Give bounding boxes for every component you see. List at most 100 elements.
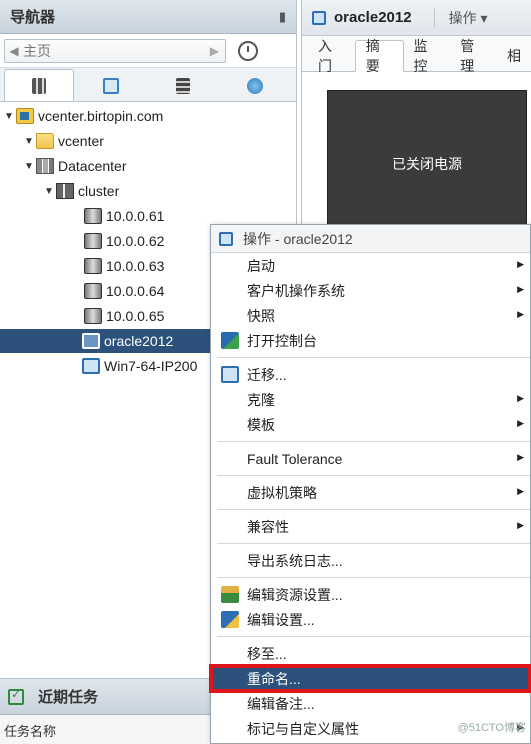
watermark: @51CTO博客 — [457, 722, 526, 734]
networking-icon — [247, 78, 263, 94]
menu-separator — [217, 357, 530, 358]
recent-tasks-title: 近期任务 — [38, 689, 99, 706]
tab-storage[interactable] — [148, 71, 218, 101]
tree-item-label: 10.0.0.64 — [106, 283, 165, 299]
menu-item-clone[interactable]: 克隆 ▶ — [211, 387, 530, 412]
menu-separator — [217, 475, 530, 476]
tab-networking[interactable] — [220, 71, 290, 101]
menu-item-rename[interactable]: 重命名... — [209, 664, 531, 693]
tree-item-host[interactable]: 10.0.0.61 — [84, 204, 164, 228]
host-icon — [84, 283, 102, 299]
tree-item-cluster[interactable]: ▼ cluster — [42, 179, 119, 203]
menu-item-guest-os[interactable]: 客户机操作系统 ▶ — [211, 278, 530, 303]
migrate-icon — [221, 366, 239, 383]
menu-item-edit-settings[interactable]: 编辑设置... — [211, 607, 530, 632]
menu-item-label: 启动 — [247, 257, 275, 274]
tree-item-label: 10.0.0.63 — [106, 258, 165, 274]
context-menu-title-label: 操作 - oracle2012 — [243, 230, 353, 247]
menu-item-edit-resource-settings[interactable]: 编辑资源设置... — [211, 582, 530, 607]
menu-item-move-to[interactable]: 移至... — [211, 641, 530, 666]
menu-item-snapshots[interactable]: 快照 ▶ — [211, 303, 530, 328]
tree-item-label: 10.0.0.65 — [106, 308, 165, 324]
menu-item-label: 克隆 — [247, 391, 275, 408]
tree-item-host[interactable]: 10.0.0.62 — [84, 229, 164, 253]
tree-item-folder[interactable]: ▼ vcenter — [22, 129, 104, 153]
history-icon[interactable] — [238, 40, 258, 61]
tab-getting-started[interactable]: 入门 — [308, 38, 355, 74]
forward-arrow-icon[interactable]: ▶ — [210, 44, 219, 58]
menu-item-label: 导出系统日志... — [247, 552, 343, 569]
expand-toggle-icon[interactable]: ▼ — [2, 111, 16, 122]
menu-item-fault-tolerance[interactable]: Fault Tolerance ▶ — [211, 446, 530, 471]
menu-item-export-logs[interactable]: 导出系统日志... — [211, 548, 530, 573]
tab-monitor[interactable]: 监控 — [404, 38, 451, 74]
menu-item-label: 重命名... — [247, 670, 301, 687]
menu-item-label: 兼容性 — [247, 518, 289, 535]
host-icon — [84, 233, 102, 249]
host-icon — [84, 208, 102, 224]
pin-icon[interactable]: ▮ — [279, 9, 286, 25]
vm-console-preview[interactable]: 已关闭电源 — [327, 90, 527, 238]
back-arrow-icon: ◀ — [9, 43, 19, 58]
vms-templates-icon — [103, 78, 119, 94]
menu-item-label: 移至... — [247, 645, 287, 662]
host-icon — [84, 308, 102, 324]
expand-toggle-icon[interactable]: ▼ — [42, 186, 56, 197]
menu-item-label: 编辑资源设置... — [247, 586, 343, 603]
tab-summary[interactable]: 摘要 — [354, 38, 404, 74]
tab-related[interactable]: 相 — [497, 41, 531, 71]
submenu-arrow-icon: ▶ — [517, 520, 524, 530]
tree-item-host[interactable]: 10.0.0.63 — [84, 254, 164, 278]
submenu-arrow-icon: ▶ — [517, 284, 524, 294]
power-status: 已关闭电源 — [392, 156, 462, 172]
tree-item-label: 10.0.0.62 — [106, 233, 165, 249]
vcenter-icon — [16, 108, 34, 124]
object-header: oracle2012 操作 ▾ — [302, 0, 531, 36]
menu-item-label: 编辑备注... — [247, 695, 315, 712]
menu-item-label: 打开控制台 — [247, 332, 317, 349]
menu-item-power[interactable]: 启动 ▶ — [211, 253, 530, 278]
menu-item-label: 客户机操作系统 — [247, 282, 345, 299]
tree-item-label: vcenter.birtopin.com — [38, 108, 164, 124]
tasks-icon — [8, 687, 24, 705]
vm-icon — [312, 10, 326, 25]
context-menu-title: 操作 - oracle2012 — [211, 225, 530, 253]
column-task-name[interactable]: 任务名称 — [4, 721, 56, 740]
menu-item-compatibility[interactable]: 兼容性 ▶ — [211, 514, 530, 539]
menu-item-migrate[interactable]: 迁移... — [211, 362, 530, 387]
tab-hosts-clusters[interactable] — [4, 69, 74, 101]
tree-item-vm[interactable]: Win7-64-IP200 — [82, 354, 197, 378]
tree-item-datacenter[interactable]: ▼ Datacenter — [22, 154, 126, 178]
expand-toggle-icon[interactable]: ▼ — [22, 136, 36, 147]
edit-settings-icon — [221, 611, 239, 628]
menu-item-label: 模板 — [247, 416, 275, 433]
menu-item-edit-notes[interactable]: 编辑备注... — [211, 691, 530, 716]
tree-item-label: Datacenter — [58, 158, 127, 174]
folder-icon — [36, 133, 54, 149]
expand-toggle-icon[interactable]: ▼ — [22, 161, 36, 172]
vm-icon — [82, 358, 100, 374]
storage-icon — [176, 78, 190, 94]
tree-item-label: oracle2012 — [104, 333, 174, 349]
menu-item-label: Fault Tolerance — [247, 450, 343, 467]
tree-item-host[interactable]: 10.0.0.65 — [84, 304, 164, 328]
submenu-arrow-icon: ▶ — [517, 393, 524, 403]
navigator-header: 导航器 ▮ — [0, 0, 296, 34]
menu-separator — [217, 509, 530, 510]
menu-item-label: 迁移... — [247, 366, 287, 383]
tree-item-label: 10.0.0.61 — [106, 208, 165, 224]
tab-manage[interactable]: 管理 — [450, 38, 497, 74]
menu-item-template[interactable]: 模板 ▶ — [211, 412, 530, 437]
actions-menu-button[interactable]: 操作 ▾ — [433, 7, 488, 28]
menu-item-open-console[interactable]: 打开控制台 — [211, 328, 530, 353]
navigator-title: 导航器 — [10, 9, 56, 26]
tree-item-label: cluster — [78, 183, 120, 199]
tree-item-vcenter-server[interactable]: ▼ vcenter.birtopin.com — [2, 104, 163, 128]
back-button[interactable]: ◀ 主页 ▶ — [4, 38, 226, 63]
vm-icon — [82, 333, 100, 349]
menu-separator — [217, 636, 530, 637]
menu-item-vm-policies[interactable]: 虚拟机策略 ▶ — [211, 480, 530, 505]
tree-item-host[interactable]: 10.0.0.64 — [84, 279, 164, 303]
tab-vms-templates[interactable] — [76, 71, 146, 101]
menu-item-label: 虚拟机策略 — [247, 484, 317, 501]
